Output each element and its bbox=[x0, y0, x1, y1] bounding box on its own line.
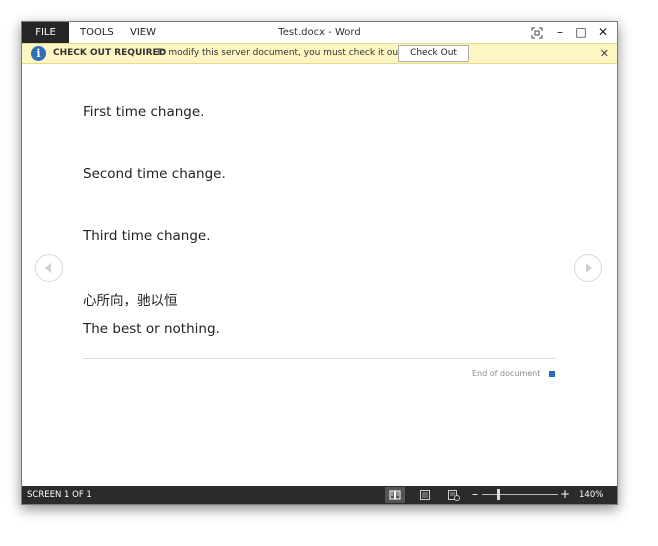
web-layout-button[interactable] bbox=[443, 487, 463, 503]
paragraph-2: Second time change. bbox=[83, 166, 226, 182]
end-divider bbox=[83, 358, 556, 359]
arrow-left-icon bbox=[45, 263, 51, 273]
message-bar: i CHECK OUT REQUIRED To modify this serv… bbox=[22, 43, 617, 64]
close-button[interactable]: ✕ bbox=[594, 22, 612, 43]
end-of-document-label: End of document bbox=[472, 369, 541, 378]
zoom-out-button[interactable]: – bbox=[472, 486, 478, 503]
read-mode-button[interactable] bbox=[385, 487, 405, 503]
print-layout-button[interactable] bbox=[415, 487, 435, 503]
zoom-slider-thumb[interactable] bbox=[497, 489, 500, 500]
paragraph-3: Third time change. bbox=[83, 228, 211, 244]
page-icon bbox=[420, 490, 430, 500]
message-close-button[interactable]: ✕ bbox=[600, 44, 609, 63]
zoom-in-button[interactable]: + bbox=[560, 486, 570, 503]
book-icon bbox=[389, 490, 401, 500]
maximize-button[interactable]: □ bbox=[572, 22, 590, 43]
paragraph-5: The best or nothing. bbox=[83, 321, 220, 337]
web-layout-icon bbox=[448, 490, 460, 501]
document-area[interactable]: First time change. Second time change. T… bbox=[22, 64, 617, 486]
word-window: FILE TOOLS VIEW Test.docx - Word – □ ✕ i… bbox=[21, 21, 618, 505]
fullscreen-icon[interactable] bbox=[528, 22, 546, 43]
paragraph-4: 心所向，驰以恒 bbox=[83, 293, 178, 309]
status-bar: SCREEN 1 OF 1 – + 140% bbox=[22, 486, 617, 504]
message-title: CHECK OUT REQUIRED bbox=[53, 48, 167, 58]
paragraph-1: First time change. bbox=[83, 104, 205, 120]
screen-indicator[interactable]: SCREEN 1 OF 1 bbox=[27, 486, 92, 504]
end-of-document-marker bbox=[549, 371, 555, 377]
next-page-button[interactable] bbox=[574, 254, 602, 282]
minimize-button[interactable]: – bbox=[551, 22, 569, 43]
message-text: To modify this server document, you must… bbox=[156, 48, 405, 58]
check-out-button[interactable]: Check Out bbox=[398, 45, 469, 62]
arrow-right-icon bbox=[586, 263, 592, 273]
title-bar: FILE TOOLS VIEW Test.docx - Word – □ ✕ bbox=[22, 22, 617, 43]
info-icon: i bbox=[31, 46, 46, 61]
zoom-level[interactable]: 140% bbox=[579, 486, 603, 504]
zoom-slider[interactable] bbox=[482, 494, 558, 495]
previous-page-button[interactable] bbox=[35, 254, 63, 282]
